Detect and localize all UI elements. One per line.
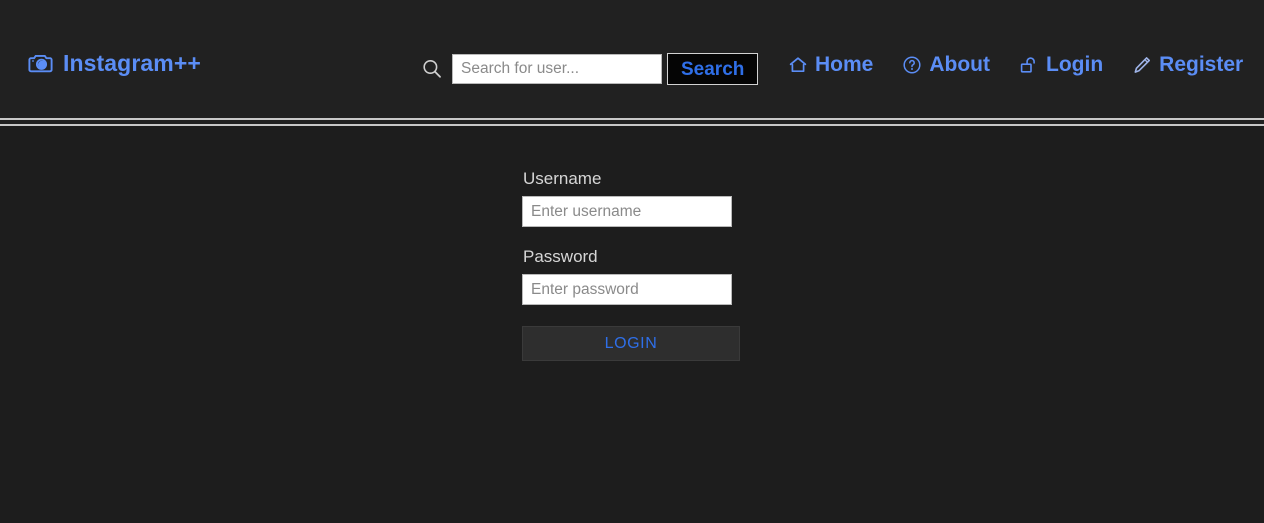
question-circle-icon xyxy=(902,55,922,75)
nav-link-about[interactable]: About xyxy=(902,54,990,75)
site-header: Instagram++ Search Home xyxy=(0,0,1264,126)
login-submit-button[interactable]: LOGIN xyxy=(522,326,740,361)
search-button[interactable]: Search xyxy=(667,53,759,85)
password-input[interactable] xyxy=(522,274,732,305)
brand-logo-link[interactable]: Instagram++ xyxy=(28,50,201,76)
nav-label-about: About xyxy=(929,53,991,76)
camera-icon xyxy=(28,50,54,76)
brand-title: Instagram++ xyxy=(63,49,201,76)
search-icon xyxy=(421,58,443,80)
unlocked-padlock-icon xyxy=(1019,55,1039,75)
nav-label-home: Home xyxy=(815,53,874,76)
pencil-icon xyxy=(1132,55,1152,75)
username-label: Username xyxy=(523,169,602,188)
nav-label-register: Register xyxy=(1159,53,1244,76)
search-input[interactable] xyxy=(452,54,662,84)
login-form: Username Password LOGIN xyxy=(522,170,742,361)
username-input[interactable] xyxy=(522,196,732,227)
password-label: Password xyxy=(523,247,598,266)
nav-label-login: Login xyxy=(1046,53,1104,76)
nav-link-register[interactable]: Register xyxy=(1132,54,1243,75)
main-navigation: Home About Login Register xyxy=(788,54,1243,75)
nav-link-home[interactable]: Home xyxy=(788,54,873,75)
main-content: Username Password LOGIN xyxy=(0,118,1264,515)
home-icon xyxy=(788,55,808,75)
nav-link-login[interactable]: Login xyxy=(1019,54,1103,75)
search-group: Search xyxy=(421,52,759,86)
